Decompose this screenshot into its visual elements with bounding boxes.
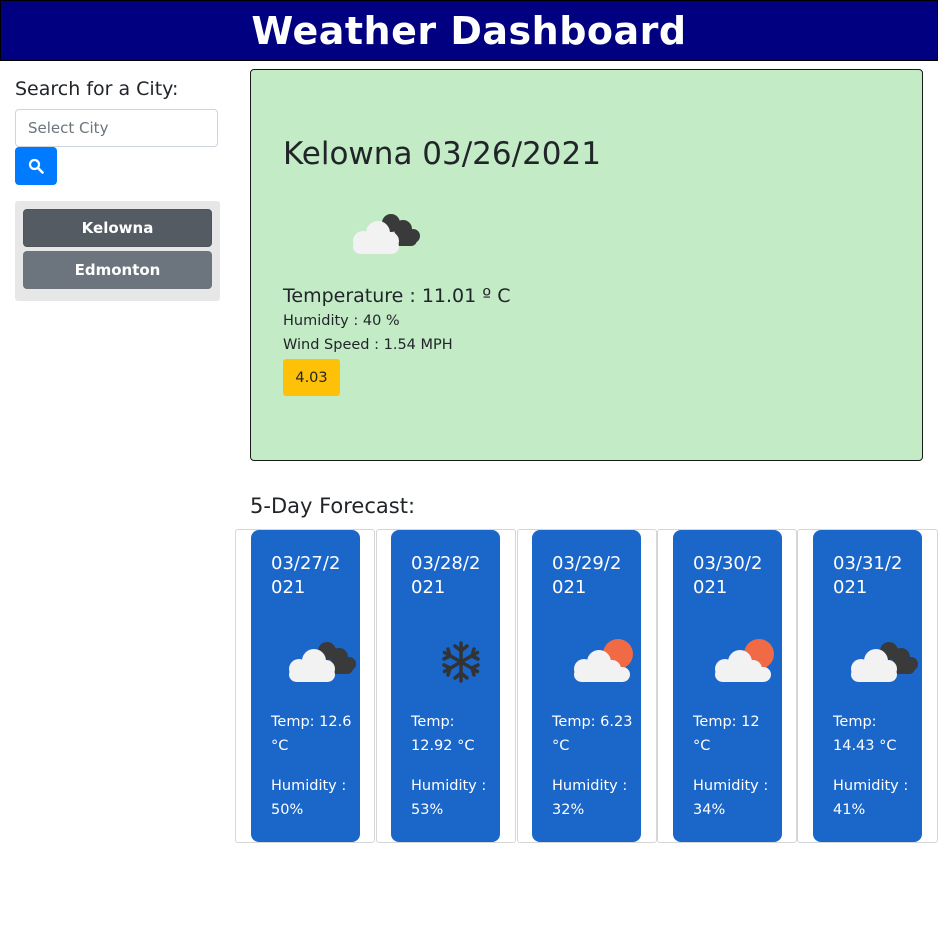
history-button-edmonton[interactable]: Edmonton xyxy=(23,251,212,289)
forecast-card: 03/27/2021 Temp: 12.6 °C Humidity : 50% xyxy=(235,529,375,843)
forecast-card: 03/28/2021 Temp: 12.92 °C Humidity : 53% xyxy=(376,529,516,843)
forecast-humidity: Humidity : 34% xyxy=(693,778,769,818)
clouds-night-icon xyxy=(289,642,356,682)
forecast-temp: Temp: 12 °C xyxy=(693,714,760,754)
forecast-humidity: Humidity : 53% xyxy=(411,778,487,818)
partly-cloudy-night-icon xyxy=(353,214,420,254)
forecast-day: 03/31/2021 Temp: 14.43 °C Humidity : 41% xyxy=(813,530,922,842)
forecast-date: 03/28/2021 xyxy=(411,553,481,598)
current-weather-card: Kelowna 03/26/2021 Temperature : 11.01 º… xyxy=(250,69,923,461)
current-humidity: Humidity : 40 % xyxy=(283,313,400,329)
forecast-day: 03/27/2021 Temp: 12.6 °C Humidity : 50% xyxy=(251,530,360,842)
current-city-date: Kelowna 03/26/2021 xyxy=(283,136,601,172)
forecast-temp: Temp: 14.43 °C xyxy=(833,714,897,754)
search-label: Search for a City: xyxy=(15,78,179,100)
forecast-temp: Temp: 12.6 °C xyxy=(271,714,352,754)
forecast-humidity: Humidity : 41% xyxy=(833,778,909,818)
forecast-temp: Temp: 6.23 °C xyxy=(552,714,633,754)
forecast-temp: Temp: 12.92 °C xyxy=(411,714,475,754)
current-temperature: Temperature : 11.01 º C xyxy=(283,285,511,307)
partly-sunny-icon xyxy=(715,639,774,682)
forecast-card: 03/30/2021 Temp: 12 °C Humidity : 34% xyxy=(657,529,797,843)
history-button-kelowna[interactable]: Kelowna xyxy=(23,209,212,247)
forecast-day: 03/30/2021 Temp: 12 °C Humidity : 34% xyxy=(673,530,782,842)
current-wind-speed: Wind Speed : 1.54 MPH xyxy=(283,337,453,353)
city-search-input[interactable] xyxy=(15,109,218,147)
app-header: Weather Dashboard xyxy=(0,0,938,61)
forecast-date: 03/29/2021 xyxy=(552,553,622,598)
forecast-humidity: Humidity : 32% xyxy=(552,778,628,818)
forecast-day: 03/29/2021 Temp: 6.23 °C Humidity : 32% xyxy=(532,530,641,842)
forecast-title: 5-Day Forecast: xyxy=(250,494,416,518)
forecast-card: 03/31/2021 Temp: 14.43 °C Humidity : 41% xyxy=(797,529,938,843)
forecast-date: 03/30/2021 xyxy=(693,553,763,598)
forecast-card: 03/29/2021 Temp: 6.23 °C Humidity : 32% xyxy=(517,529,657,843)
uv-index-badge: 4.03 xyxy=(283,359,340,396)
forecast-date: 03/27/2021 xyxy=(271,553,341,598)
page-title: Weather Dashboard xyxy=(251,8,687,53)
forecast-date: 03/31/2021 xyxy=(833,553,903,598)
forecast-day: 03/28/2021 Temp: 12.92 °C Humidity : 53% xyxy=(391,530,500,842)
forecast-humidity: Humidity : 50% xyxy=(271,778,347,818)
search-icon xyxy=(28,158,44,174)
snow-icon xyxy=(442,641,480,683)
clouds-night-icon xyxy=(851,642,918,682)
partly-sunny-icon xyxy=(574,639,633,682)
search-history: Kelowna Edmonton xyxy=(15,201,220,301)
search-button[interactable] xyxy=(15,147,57,185)
